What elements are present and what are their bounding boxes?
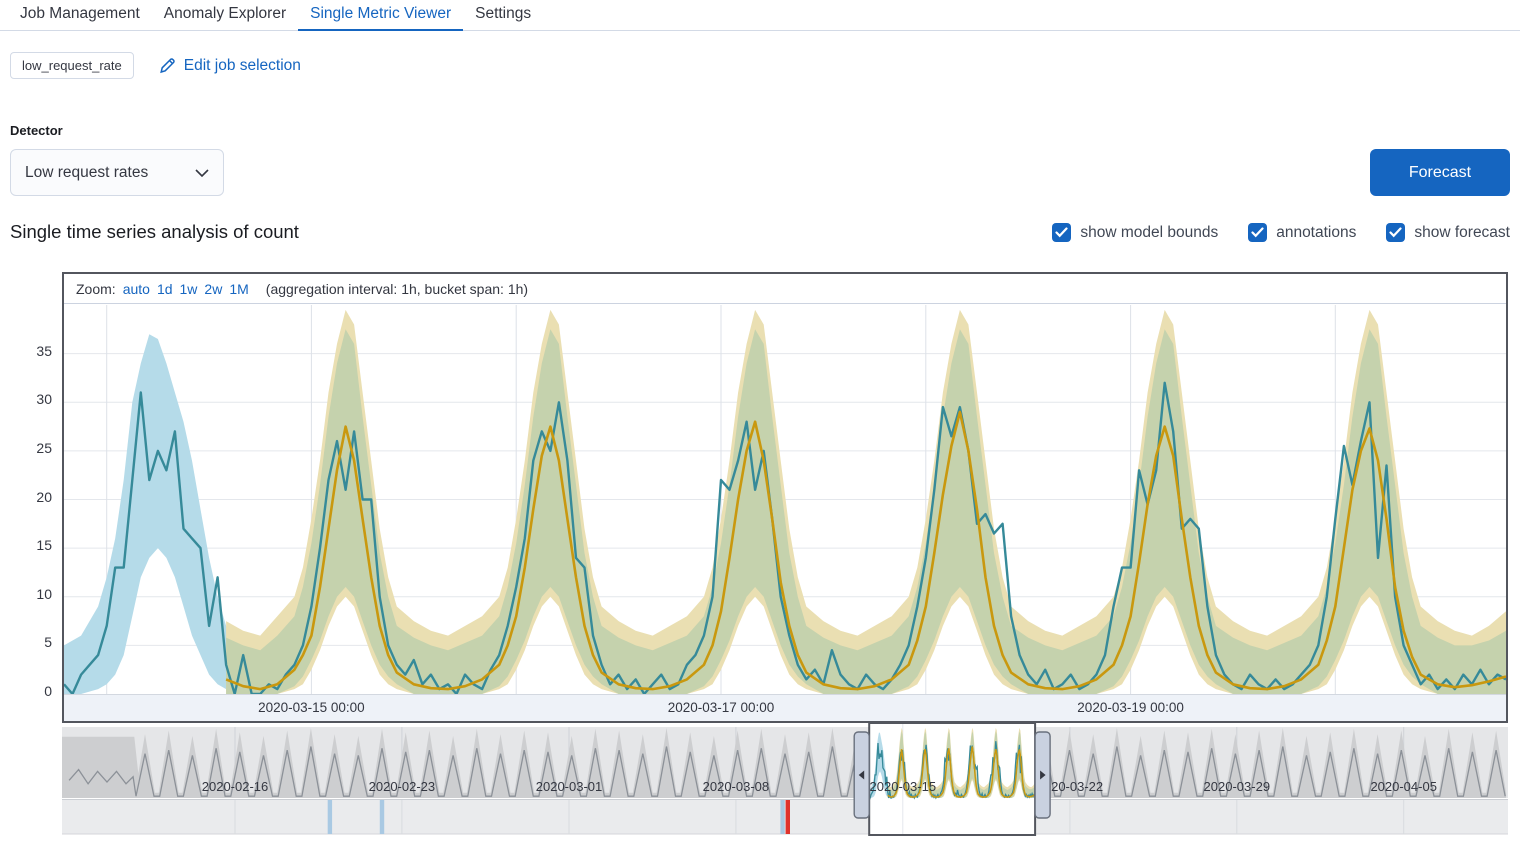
y-axis-tick-label: 20	[12, 489, 52, 505]
y-axis-tick-label: 0	[12, 683, 52, 699]
y-axis-tick-label: 30	[12, 391, 52, 407]
checkbox-checked-icon[interactable]	[1386, 223, 1405, 242]
toggle-label: show model bounds	[1080, 224, 1218, 242]
checkbox-checked-icon[interactable]	[1052, 223, 1071, 242]
forecast-button[interactable]: Forecast	[1370, 149, 1510, 196]
context-navigator[interactable]: 2020-02-16 2020-02-23 2020-03-01 2020-03-08…	[62, 722, 1508, 839]
tab-anomaly-explorer[interactable]: Anomaly Explorer	[152, 0, 298, 31]
x-axis-band: 2020-03-15 00:00 2020-03-17 00:00 2020-03-…	[64, 694, 1506, 721]
zoom-option-auto[interactable]: auto	[123, 281, 150, 297]
chart-zoom-header: Zoom: auto 1d 1w 2w 1M (aggregation interval: …	[64, 274, 1506, 304]
selection-right-handle[interactable]	[1035, 732, 1050, 818]
detector-select-value: Low request rates	[25, 164, 148, 182]
edit-job-selection-link[interactable]: Edit job selection	[158, 57, 301, 75]
svg-text:2020-03-15: 2020-03-15	[870, 779, 937, 794]
svg-text:2020-03-01: 2020-03-01	[536, 779, 603, 794]
job-badge: low_request_rate	[10, 52, 134, 79]
checkbox-checked-icon[interactable]	[1248, 223, 1267, 242]
main-timeseries-plot[interactable]	[64, 305, 1506, 694]
top-navigation-tabs: Job ManagementAnomaly ExplorerSingle Met…	[0, 0, 1520, 31]
svg-text:2020-03-08: 2020-03-08	[703, 779, 770, 794]
aggregation-note: (aggregation interval: 1h, bucket span: …	[266, 281, 528, 297]
timeseries-chart-panel: Zoom: auto 1d 1w 2w 1M (aggregation interval: …	[62, 272, 1508, 723]
y-axis-tick-label: 15	[12, 537, 52, 553]
single-metric-viewer-page: Job ManagementAnomaly ExplorerSingle Met…	[0, 0, 1520, 855]
svg-text:2020-02-16: 2020-02-16	[202, 779, 269, 794]
zoom-option-1w[interactable]: 1w	[180, 281, 198, 297]
zoom-option-2w[interactable]: 2w	[204, 281, 222, 297]
y-axis-tick-label: 35	[12, 343, 52, 359]
job-selection-bar: low_request_rate Edit job selection	[10, 52, 301, 79]
y-axis-tick-label: 5	[12, 634, 52, 650]
svg-text:2020-02-23: 2020-02-23	[369, 779, 436, 794]
y-axis-tick-label: 25	[12, 440, 52, 456]
detector-label: Detector	[10, 123, 63, 138]
x-axis-tick-label: 2020-03-15 00:00	[258, 700, 365, 715]
toggle-show-forecast[interactable]: show forecast	[1386, 223, 1510, 242]
toggle-label: annotations	[1276, 224, 1356, 242]
zoom-label: Zoom:	[76, 281, 116, 297]
toggle-annotations[interactable]: annotations	[1248, 223, 1356, 242]
edit-job-selection-label: Edit job selection	[184, 57, 301, 75]
y-axis-tick-label: 10	[12, 586, 52, 602]
toggle-label: show forecast	[1414, 224, 1510, 242]
tab-single-metric-viewer[interactable]: Single Metric Viewer	[298, 0, 463, 31]
selection-left-handle[interactable]	[854, 732, 869, 818]
toggle-show-model-bounds[interactable]: show model bounds	[1052, 223, 1218, 242]
svg-text:2020-03-29: 2020-03-29	[1204, 779, 1271, 794]
x-axis-tick-label: 2020-03-17 00:00	[668, 700, 775, 715]
svg-text:2020-04-05: 2020-04-05	[1370, 779, 1437, 794]
tab-settings[interactable]: Settings	[463, 0, 543, 31]
chevron-down-icon	[195, 169, 209, 177]
chart-option-toggles: show model bounds annotations show forecas…	[1052, 223, 1510, 242]
zoom-option-1d[interactable]: 1d	[157, 281, 173, 297]
detector-select[interactable]: Low request rates	[10, 149, 224, 196]
x-axis-tick-label: 2020-03-19 00:00	[1077, 700, 1184, 715]
chart-title: Single time series analysis of count	[10, 221, 299, 243]
zoom-option-1M[interactable]: 1M	[229, 281, 248, 297]
pencil-icon	[158, 57, 176, 75]
tab-job-management[interactable]: Job Management	[8, 0, 152, 31]
